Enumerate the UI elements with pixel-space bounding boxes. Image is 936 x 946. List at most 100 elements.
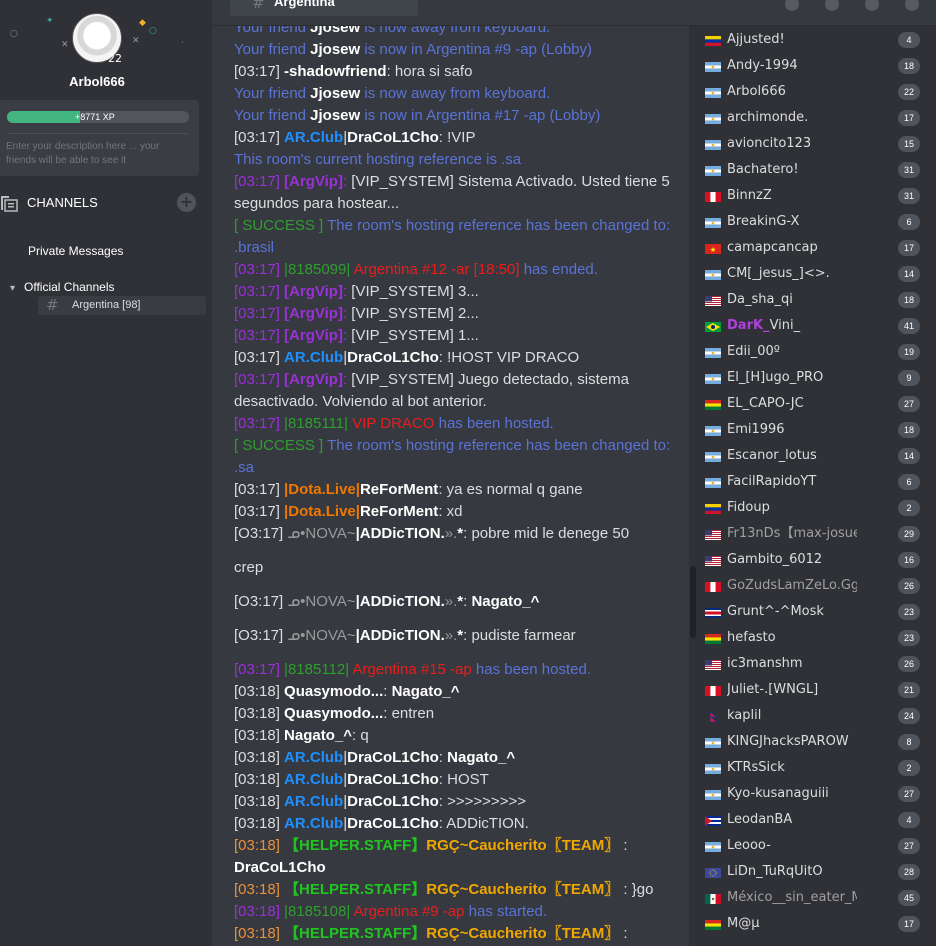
- member-item[interactable]: BinnzZ 31: [697, 183, 936, 209]
- message-segment: DraCoL1Cho: [347, 815, 439, 832]
- message-segment: has been hosted.: [434, 415, 554, 432]
- chat-message: [03:18] AR.Club|DraCoL1Cho: HOST: [234, 769, 686, 791]
- channel-item-argentina[interactable]: # Argentina [98]: [38, 296, 206, 315]
- avatar-level: 22: [108, 52, 122, 65]
- member-item[interactable]: Andy-1994 18: [697, 53, 936, 79]
- member-item[interactable]: FacilRapidoYT 6: [697, 469, 936, 495]
- member-item[interactable]: Kyo-kusanaguiii 27: [697, 781, 936, 807]
- chat-message: [03:18] 【HELPER.STAFF】RGÇ~Caucherito〖TEA…: [234, 835, 686, 879]
- member-item[interactable]: avioncito123 15: [697, 131, 936, 157]
- member-name: GoZudsLamZeLo.GgLl: [727, 578, 857, 593]
- member-item[interactable]: Fr13nDs【max-josue】 29: [697, 521, 936, 547]
- scrollbar-thumb[interactable]: [690, 566, 696, 638]
- message-segment: |8185108|: [284, 903, 354, 920]
- plus-icon[interactable]: +: [177, 193, 196, 212]
- member-name: BreakinG-X: [727, 214, 800, 229]
- member-item[interactable]: ic3manshm 26: [697, 651, 936, 677]
- member-count-badge: 31: [898, 162, 920, 178]
- channels-label: CHANNELS: [27, 195, 98, 210]
- member-item[interactable]: Da_sha_qi 18: [697, 287, 936, 313]
- message-segment: : hora si safo: [386, 63, 473, 80]
- message-segment: [03:17]: [234, 349, 285, 366]
- message-segment: : HOST: [438, 771, 489, 788]
- chat-message: [03:18] AR.Club|DraCoL1Cho: ADDicTION.: [234, 813, 686, 835]
- chat-area[interactable]: Your friend Jjosew is now away from keyb…: [212, 26, 689, 946]
- message-segment: DraCoL1Cho: [347, 793, 439, 810]
- member-item[interactable]: kaplil 24: [697, 703, 936, 729]
- chat-message: Your friend Jjosew is now away from keyb…: [234, 83, 686, 105]
- message-segment: [VIP_SYSTEM] 3...: [351, 283, 479, 300]
- message-segment: [03:18]: [234, 793, 285, 810]
- flag-us-icon: [705, 660, 721, 670]
- chat-message: [03:18] Nagato_^: q: [234, 725, 686, 747]
- private-messages-item[interactable]: Private Messages: [28, 244, 123, 258]
- member-item[interactable]: BreakinG-X 6: [697, 209, 936, 235]
- member-name: Da_sha_qi: [727, 292, 793, 307]
- message-segment: Your friend: [234, 85, 311, 102]
- member-item[interactable]: DarK_Vini_ 41: [697, 313, 936, 339]
- member-item[interactable]: hefasto 23: [697, 625, 936, 651]
- message-segment: is now in Argentina #17 -ap (Lobby): [360, 107, 601, 124]
- xp-bar-fill: [7, 111, 80, 123]
- member-item[interactable]: KTRsSick 2: [697, 755, 936, 781]
- member-count-badge: 15: [898, 136, 920, 152]
- member-item[interactable]: Leooo- 27: [697, 833, 936, 859]
- member-item[interactable]: Edii_00º 19: [697, 339, 936, 365]
- member-name: LeodanBA: [727, 812, 793, 827]
- message-segment: [03:17]: [234, 415, 285, 432]
- message-segment: :: [383, 683, 392, 700]
- message-segment: [ArgVip]: [284, 327, 343, 344]
- message-segment: Argentina #15 -ap: [352, 661, 472, 678]
- member-item[interactable]: LiDn_TuRqUitO 28: [697, 859, 936, 885]
- member-item[interactable]: El_[H]ugo_PRO 9: [697, 365, 936, 391]
- member-item[interactable]: archimonde. 17: [697, 105, 936, 131]
- message-segment: [03:18]: [234, 881, 285, 898]
- member-count-badge: 23: [898, 604, 920, 620]
- member-name: Bachatero!: [727, 162, 799, 177]
- member-name: Kyo-kusanaguiii: [727, 786, 829, 801]
- official-channels-group[interactable]: ▾ Official Channels: [10, 280, 115, 294]
- member-item[interactable]: CM[_jesus_]<>. 14: [697, 261, 936, 287]
- member-count-badge: 19: [898, 344, 920, 360]
- chat-message: [03:17] |8185099| Argentina #12 -ar [18:…: [234, 259, 686, 281]
- star-icon: ○: [149, 26, 157, 36]
- message-segment: has started.: [464, 903, 548, 920]
- tab-argentina[interactable]: # Argentina: [230, 0, 418, 16]
- chat-message: Your friend Jjosew is now in Argentina #…: [234, 105, 686, 127]
- member-item[interactable]: Arbol666 22: [697, 79, 936, 105]
- message-segment: is now away from keyboard.: [360, 26, 551, 36]
- member-item[interactable]: GoZudsLamZeLo.GgLl 26: [697, 573, 936, 599]
- message-segment: :: [438, 749, 448, 766]
- member-item[interactable]: M@µ 17: [697, 911, 936, 937]
- member-item[interactable]: Escanor_lotus 14: [697, 443, 936, 469]
- flag-ar-icon: [705, 270, 721, 280]
- message-segment: has been hosted.: [471, 661, 591, 678]
- member-item[interactable]: Ajjusted! 4: [697, 27, 936, 53]
- message-segment: RGÇ~Caucherito: [426, 925, 547, 942]
- chat-scrollbar[interactable]: [689, 26, 697, 946]
- member-item[interactable]: Emi1996 18: [697, 417, 936, 443]
- member-item[interactable]: ★ camapcancap 17: [697, 235, 936, 261]
- member-item[interactable]: Grunt^-^Mosk 23: [697, 599, 936, 625]
- member-name: archimonde.: [727, 110, 809, 125]
- member-item[interactable]: EL_CAPO-JC 27: [697, 391, 936, 417]
- message-segment: Nagato_^: [284, 727, 352, 744]
- message-segment: Argentina #12 -ar [18:50]: [353, 261, 520, 278]
- chat-message: [03:17] -shadowfriend: hora si safo: [234, 61, 686, 83]
- description-box[interactable]: +8771 XP Enter your description here ...…: [0, 100, 199, 176]
- message-segment: [03:18]: [234, 705, 285, 722]
- member-item[interactable]: LeodanBA 4: [697, 807, 936, 833]
- member-count-badge: 17: [898, 110, 920, 126]
- member-count-badge: 31: [898, 188, 920, 204]
- member-item[interactable]: Fidoup 2: [697, 495, 936, 521]
- member-name: Escanor_lotus: [727, 448, 817, 463]
- chat-message: [03:17] |Dota.Live|ReForMent: ya es norm…: [234, 479, 686, 501]
- description-placeholder: Enter your description here ... your fri…: [6, 141, 160, 166]
- member-count-badge: 27: [898, 396, 920, 412]
- member-item[interactable]: Gambito_6012 16: [697, 547, 936, 573]
- member-item[interactable]: Juliet-.[WNGL] 21: [697, 677, 936, 703]
- member-item[interactable]: México__sin_eater_M 45: [697, 885, 936, 911]
- channel-name: Argentina [98]: [72, 299, 141, 311]
- member-item[interactable]: KINGJhacksPAROW 8: [697, 729, 936, 755]
- member-item[interactable]: Bachatero! 31: [697, 157, 936, 183]
